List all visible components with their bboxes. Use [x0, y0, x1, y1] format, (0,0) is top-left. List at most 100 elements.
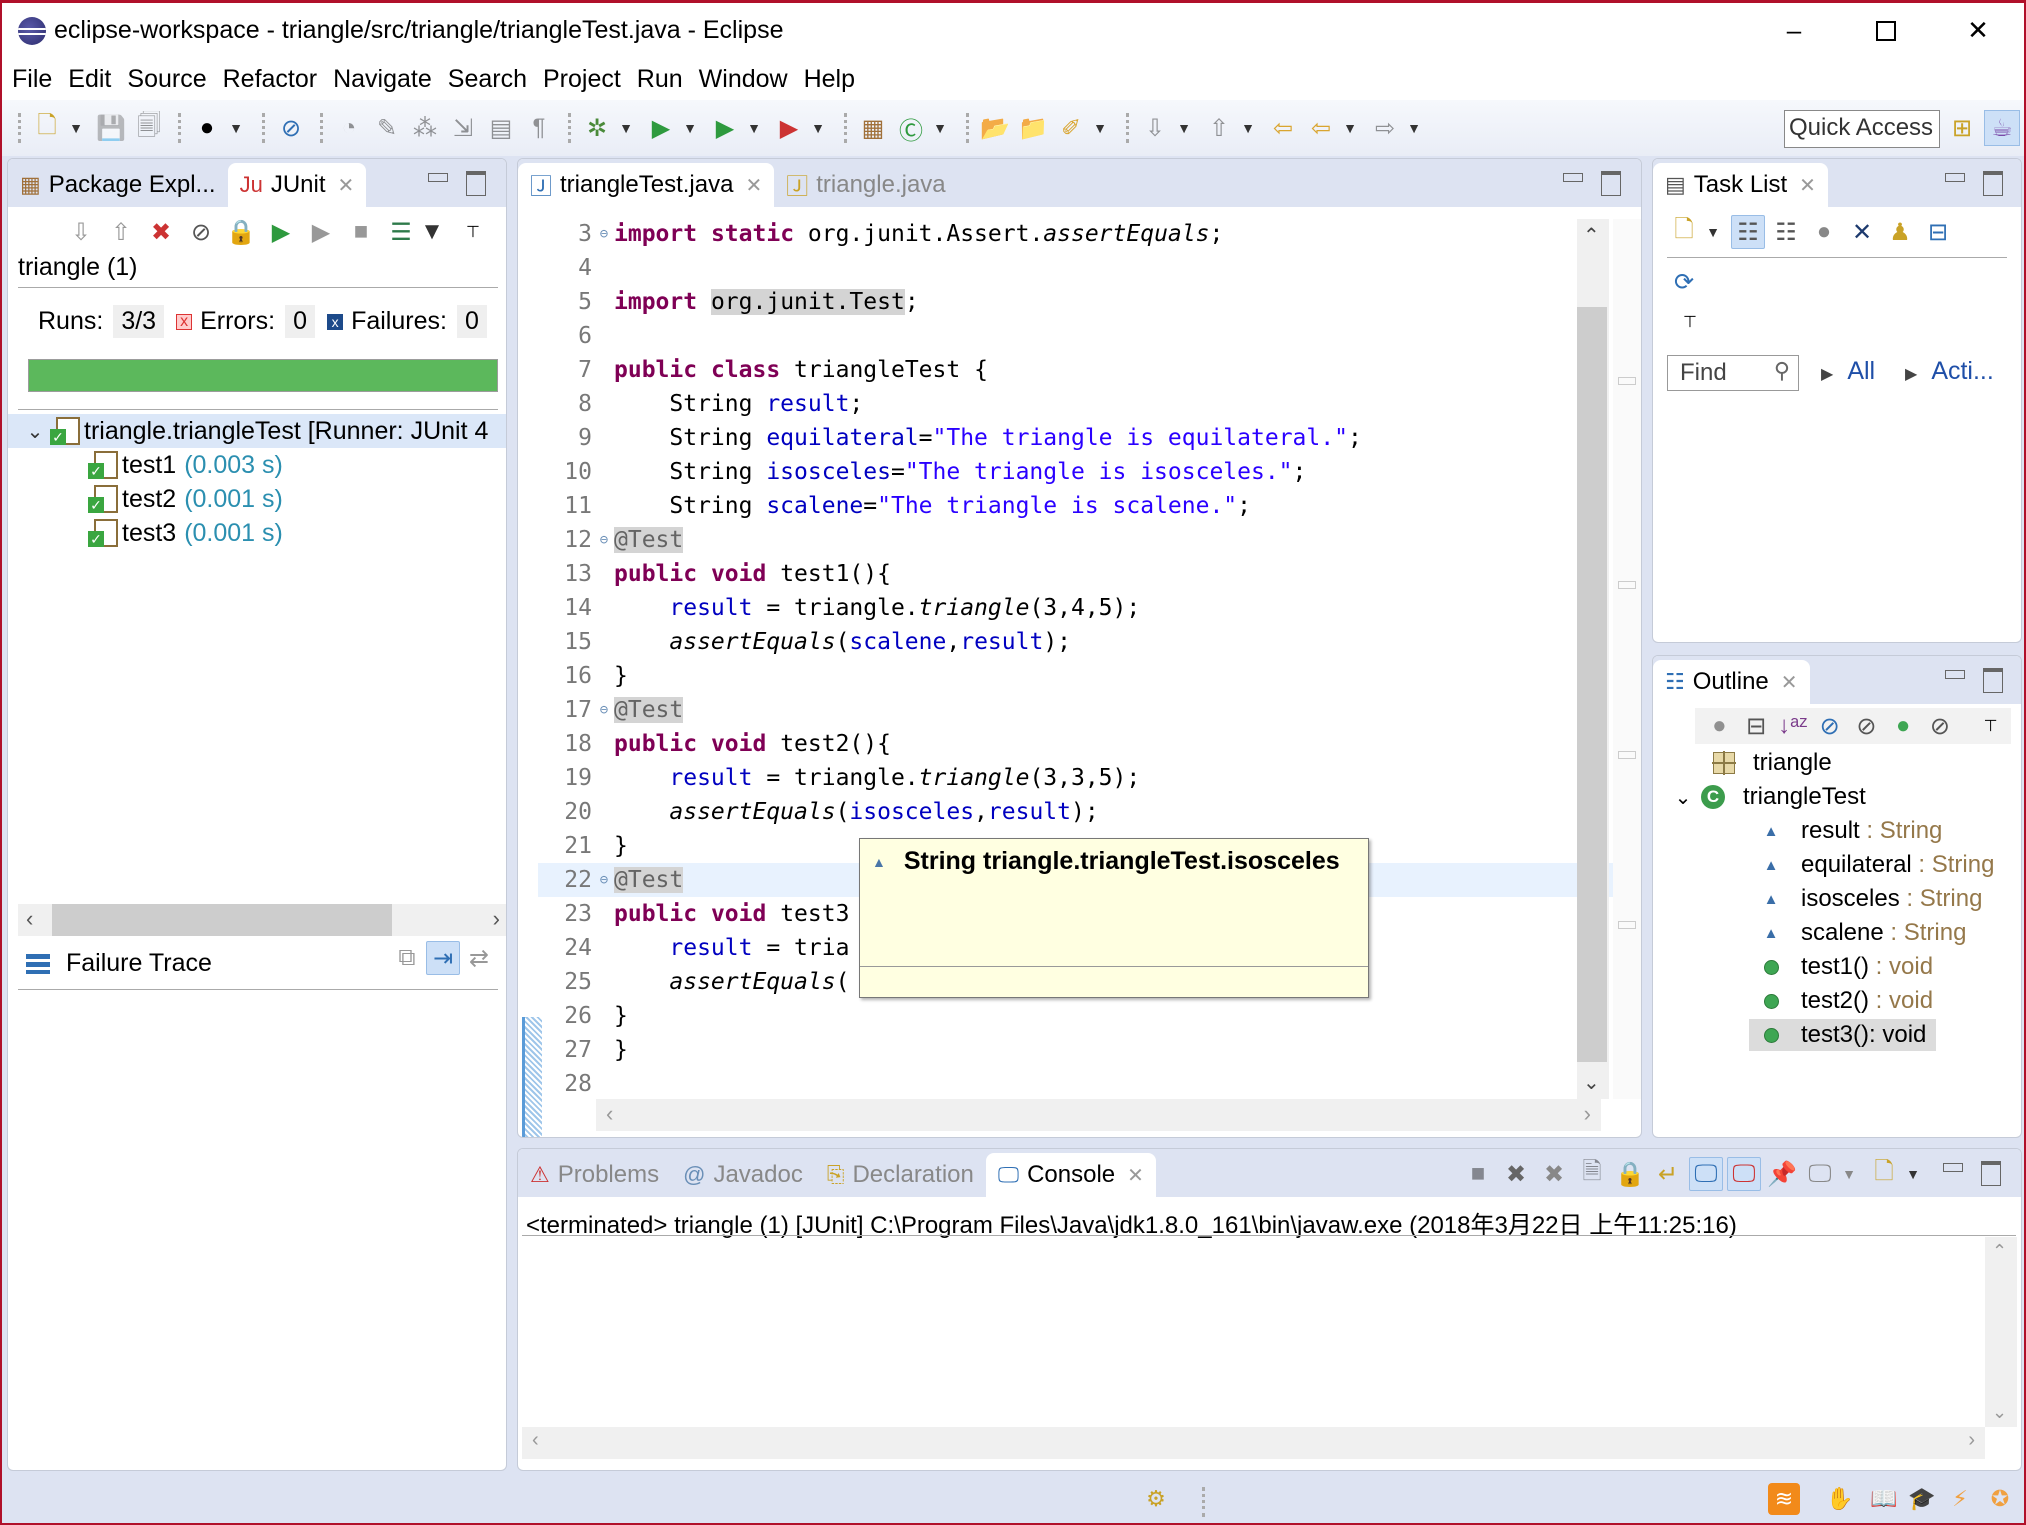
tree-root-testclass[interactable]: ⌄ triangle.triangleTest [Runner: JUnit 4	[8, 414, 506, 448]
scroll-right-icon[interactable]: ›	[1968, 1429, 1975, 1452]
focus-active-task-icon[interactable]: ●	[1703, 709, 1736, 743]
scroll-lock-icon[interactable]: 🔒	[224, 215, 258, 249]
chevron-down-icon[interactable]: ⌄	[1665, 785, 1701, 810]
toggle-mark-icon[interactable]: ⁂	[408, 111, 442, 145]
all-working-set-link[interactable]: ▶ All	[1821, 357, 1875, 386]
chevron-down-icon[interactable]: ⌄	[20, 419, 50, 444]
outline-member[interactable]: ▲ equilateral : String	[1653, 848, 2021, 882]
toolbar-grip[interactable]	[18, 113, 22, 143]
scroll-left-icon[interactable]: ‹	[26, 906, 33, 932]
ruler-mark[interactable]	[1618, 751, 1636, 759]
scroll-up-icon[interactable]: ⌃	[1583, 223, 1600, 248]
menu-run[interactable]: Run	[635, 65, 685, 94]
menu-project[interactable]: Project	[541, 65, 623, 94]
scroll-left-icon[interactable]: ‹	[606, 1101, 613, 1127]
console-horizontal-scrollbar[interactable]: ‹ ›	[522, 1427, 1985, 1459]
close-button[interactable]: ✕	[1932, 3, 2024, 58]
menu-help[interactable]: Help	[802, 65, 857, 94]
next-annotation-dropdown-icon[interactable]: ▼	[1176, 111, 1192, 145]
scheduled-icon[interactable]: ☷	[1769, 215, 1803, 249]
show-failures-only-icon[interactable]: ✖	[144, 215, 178, 249]
hide-others-icon[interactable]: ♟	[1883, 215, 1917, 249]
menu-file[interactable]: File	[10, 65, 54, 94]
open-type-icon[interactable]: ◔	[332, 111, 366, 145]
outline-member[interactable]: ▲ isosceles : String	[1653, 882, 2021, 916]
new-task-icon[interactable]: 🗋	[1667, 215, 1701, 249]
view-menu-icon[interactable]: ⊤	[1673, 305, 1707, 339]
display-console-icon[interactable]: 🖵	[1803, 1157, 1837, 1191]
open-task-icon[interactable]: 📁	[1016, 111, 1050, 145]
outline-member[interactable]: test1() : void	[1653, 950, 2021, 984]
ruler-mark[interactable]	[1618, 377, 1636, 385]
rerun-test-icon[interactable]: ▶	[264, 215, 298, 249]
next-annotation-icon[interactable]: ⇲	[446, 111, 480, 145]
tree-horizontal-scrollbar[interactable]: ‹ ›	[18, 904, 506, 936]
task-find-input[interactable]: Find ⚲	[1667, 355, 1799, 391]
open-console-icon[interactable]: 🗋	[1867, 1157, 1901, 1191]
scroll-up-icon[interactable]: ⌃	[1992, 1241, 2007, 1262]
new-dropdown-icon[interactable]: ▼	[68, 111, 84, 145]
outline-class[interactable]: ⌄ C triangleTest	[1653, 780, 2021, 814]
show-on-stderr-icon[interactable]: 🖵	[1727, 1157, 1761, 1191]
tab-outline[interactable]: ☷ Outline ✕	[1653, 660, 1810, 704]
test-history-icon[interactable]: ☰	[384, 215, 418, 249]
run-dropdown-icon[interactable]: ▼	[682, 111, 698, 145]
tab-problems[interactable]: ⚠ Problems	[518, 1153, 671, 1197]
minimize-view-icon[interactable]	[1945, 668, 1965, 686]
save-icon[interactable]: 💾	[94, 111, 128, 145]
hide-nonpublic-icon[interactable]: ●	[1887, 709, 1920, 743]
maximize-button[interactable]	[1840, 3, 1932, 58]
maximize-editor-icon[interactable]	[1601, 171, 1621, 196]
collapse-all-icon[interactable]: ⊟	[1921, 215, 1955, 249]
tutorials-icon[interactable]: 🎓	[1906, 1483, 1938, 1515]
overview-book-icon[interactable]: 📖	[1868, 1483, 1900, 1515]
outline-member[interactable]: ▲ result : String	[1653, 814, 2021, 848]
maximize-view-icon[interactable]	[466, 171, 486, 196]
hide-completed-icon[interactable]: ✕	[1845, 215, 1879, 249]
samples-wand-icon[interactable]: ⚡	[1944, 1483, 1976, 1515]
minimize-button[interactable]: –	[1748, 3, 1840, 58]
menu-source[interactable]: Source	[125, 65, 208, 94]
tab-triangle-java[interactable]: 🄹 triangle.java	[774, 163, 957, 207]
close-tab-icon[interactable]: ✕	[1781, 670, 1798, 695]
edit-icon[interactable]: ✎	[370, 111, 404, 145]
new-package-icon[interactable]: ▦	[856, 111, 890, 145]
search-pen-icon[interactable]: ✐	[1054, 111, 1088, 145]
fold-collapse-icon[interactable]: ⊖	[594, 702, 614, 718]
menu-edit[interactable]: Edit	[66, 65, 113, 94]
display-console-dropdown-icon[interactable]: ▼	[1841, 1157, 1857, 1191]
rss-feed-icon[interactable]: ≋	[1768, 1483, 1800, 1515]
outline-member-selected[interactable]: test3() : void	[1653, 1018, 2021, 1052]
word-wrap-icon[interactable]: ↵	[1651, 1157, 1685, 1191]
filter-stack-trace-icon[interactable]: ⇥	[426, 941, 460, 975]
tab-javadoc[interactable]: @ Javadoc	[671, 1153, 815, 1197]
scroll-lock-icon[interactable]: 🔒	[1613, 1157, 1647, 1191]
skip-breakpoints-icon[interactable]: ⊘	[274, 111, 308, 145]
outline-package[interactable]: triangle	[1653, 746, 2021, 780]
scroll-down-icon[interactable]: ⌄	[1992, 1402, 2007, 1423]
back-dropdown-icon[interactable]: ▼	[1342, 111, 1358, 145]
search-dropdown-icon[interactable]: ▼	[1092, 111, 1108, 145]
tree-test-item[interactable]: test1 (0.003 s)	[8, 448, 506, 482]
external-tool-dropdown-icon[interactable]: ▼	[810, 111, 826, 145]
hide-local-types-icon[interactable]: ⊘	[1924, 709, 1957, 743]
coverage-icon[interactable]: ▶	[708, 111, 742, 145]
tab-console[interactable]: 🖵 Console ✕	[985, 1153, 1156, 1197]
collapse-all-icon[interactable]: ⊟	[1740, 709, 1773, 743]
show-on-stdout-icon[interactable]: 🖵	[1689, 1157, 1723, 1191]
overview-ruler[interactable]	[1613, 219, 1641, 1099]
run-icon[interactable]: ▶	[644, 111, 678, 145]
new-task-dropdown-icon[interactable]: ▼	[1705, 215, 1721, 249]
tab-junit[interactable]: Ju JUnit ✕	[227, 163, 367, 207]
coverage-dropdown-icon[interactable]: ▼	[746, 111, 762, 145]
tab-triangletest-java[interactable]: 🄹 triangleTest.java ✕	[518, 163, 775, 207]
debug-dropdown-icon[interactable]: ▼	[618, 111, 634, 145]
remove-launch-icon[interactable]: ✖	[1499, 1157, 1533, 1191]
maximize-view-icon[interactable]	[1983, 171, 2003, 196]
close-tab-icon[interactable]: ✕	[1127, 1163, 1144, 1188]
open-type-folder-icon[interactable]: 📂	[978, 111, 1012, 145]
ruler-mark[interactable]	[1618, 921, 1636, 929]
hide-fields-icon[interactable]: ⊘	[1813, 709, 1846, 743]
editor-vertical-scrollbar[interactable]: ⌃ ⌄	[1577, 219, 1609, 1099]
show-whitespace-icon[interactable]: ¶	[522, 111, 556, 145]
